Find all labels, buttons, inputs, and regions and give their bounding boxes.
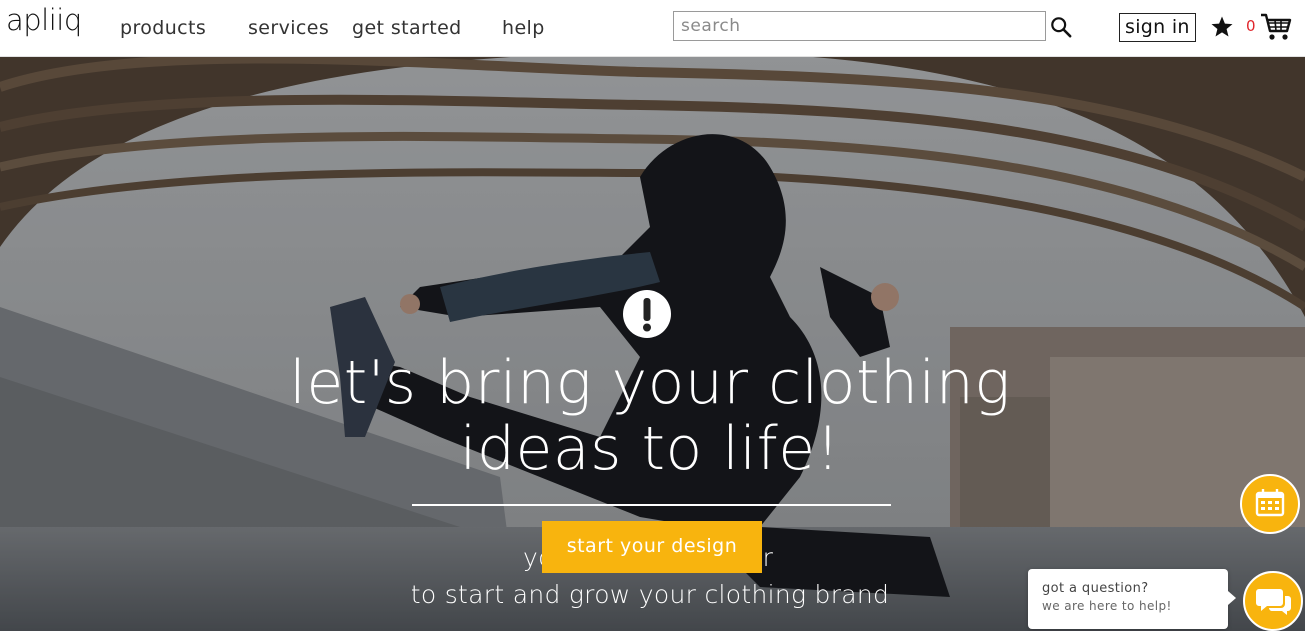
hero-headline-line1: let's bring your clothing <box>289 348 1011 418</box>
hero-headline: let's bring your clothing ideas to life! <box>250 350 1050 482</box>
hero-divider <box>412 504 891 506</box>
site-header: apliiq products services get started hel… <box>0 0 1305 57</box>
hero-subline-2: to start and grow your clothing brand <box>410 580 890 609</box>
cart-count: 0 <box>1246 17 1256 35</box>
hero-headline-line2: ideas to life! <box>459 414 841 484</box>
search-input[interactable] <box>673 11 1046 41</box>
search-icon[interactable] <box>1050 16 1072 38</box>
chat-prompt[interactable]: got a question? we are here to help! <box>1028 569 1236 629</box>
chat-button[interactable] <box>1243 571 1303 631</box>
alert-icon <box>623 290 671 338</box>
chat-prompt-title: got a question? <box>1042 581 1149 596</box>
nav-help[interactable]: help <box>502 17 545 39</box>
brand-logo[interactable]: apliiq <box>6 3 82 37</box>
chat-icon <box>1256 589 1291 615</box>
nav-products[interactable]: products <box>120 17 206 39</box>
start-design-button[interactable]: start your design <box>542 521 762 573</box>
nav-services[interactable]: services <box>248 17 329 39</box>
hero-banner: let's bring your clothing ideas to life!… <box>0 57 1305 631</box>
chat-prompt-subtitle: we are here to help! <box>1042 599 1172 613</box>
calendar-icon <box>1255 489 1285 517</box>
sign-in-button[interactable]: sign in <box>1119 13 1196 42</box>
calendar-button[interactable] <box>1240 474 1300 534</box>
star-icon[interactable] <box>1210 15 1234 39</box>
cart-icon[interactable] <box>1260 12 1292 42</box>
nav-get-started[interactable]: get started <box>352 17 462 39</box>
